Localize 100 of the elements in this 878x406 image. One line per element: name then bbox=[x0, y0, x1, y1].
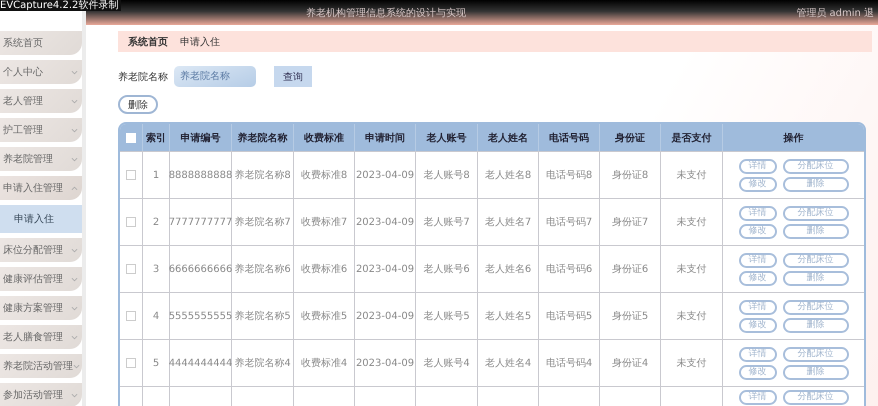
row-checkbox[interactable] bbox=[126, 217, 136, 227]
table-cell-text: 收费标准5 bbox=[300, 310, 348, 323]
breadcrumb-item[interactable]: 申请入住 bbox=[180, 34, 220, 48]
table-cell: 2023-04-09 bbox=[356, 358, 414, 368]
table-cell: 2023-04-09 bbox=[356, 170, 414, 180]
row-action-button[interactable]: 修改 bbox=[738, 318, 776, 332]
row-action-button[interactable]: 修改 bbox=[738, 176, 776, 192]
chevron-icon bbox=[71, 128, 78, 132]
sidebar-item[interactable]: 参加活动管理 bbox=[0, 383, 82, 406]
row-action-button[interactable]: 详情 bbox=[738, 158, 776, 174]
search-button[interactable]: 查询 bbox=[274, 66, 312, 87]
table-cell-text: 收费标准4 bbox=[300, 356, 348, 370]
row-checkbox[interactable] bbox=[126, 358, 136, 368]
sidebar-item[interactable]: 护工管理 bbox=[0, 118, 82, 142]
row-action-button[interactable]: 分配床位 bbox=[782, 252, 848, 268]
delete-button[interactable]: 删除 bbox=[118, 95, 158, 114]
table-cell: 5 bbox=[152, 358, 160, 368]
row-action-button[interactable]: 修改 bbox=[738, 364, 776, 380]
table-cell: 7777777777 bbox=[168, 216, 232, 228]
row-action-button[interactable]: 分配床位 bbox=[782, 390, 848, 405]
row-checkbox[interactable] bbox=[126, 170, 136, 180]
table-cell-text: 老人姓名6 bbox=[484, 262, 532, 276]
sidebar-item[interactable]: 申请入住管理 bbox=[0, 176, 82, 200]
table-cell-text: 未支付 bbox=[676, 168, 706, 182]
chevron-icon bbox=[71, 98, 78, 104]
table-cell-text: 老人姓名5 bbox=[484, 310, 532, 323]
sidebar-item[interactable]: 个人中心 bbox=[0, 60, 82, 84]
row-action-button[interactable]: 删除 bbox=[782, 224, 848, 238]
row-checkbox[interactable] bbox=[126, 264, 136, 274]
sidebar-item[interactable]: 床位分配管理 bbox=[0, 238, 82, 262]
row-action-button[interactable]: 删除 bbox=[782, 176, 848, 192]
table-cell-text: 老人账号4 bbox=[423, 356, 470, 370]
chevron-icon bbox=[73, 364, 80, 368]
row-action-button[interactable]: 删除 bbox=[782, 270, 848, 286]
table-cell: 2 bbox=[152, 216, 160, 228]
table-cell-text: 养老院名称8 bbox=[234, 168, 291, 182]
row-action-button[interactable]: 详情 bbox=[738, 346, 776, 362]
table-cell-text: 身份证4 bbox=[612, 357, 648, 370]
table-cell-text: 老人姓名7 bbox=[484, 216, 532, 229]
table-cell: 8888888888 bbox=[168, 170, 232, 180]
table-cell-text: 养老院名称7 bbox=[234, 216, 291, 229]
sidebar-item[interactable]: 健康方案管理 bbox=[0, 296, 82, 320]
table-cell-text: 收费标准8 bbox=[300, 168, 348, 182]
select-all-checkbox[interactable] bbox=[126, 132, 136, 142]
table-cell-text: 老人账号6 bbox=[423, 262, 470, 276]
row-action-button[interactable]: 删除 bbox=[782, 318, 848, 332]
table-cell: 2023-04-09 bbox=[356, 264, 414, 274]
table-cell-text: 电话号码7 bbox=[546, 216, 592, 229]
chevron-icon bbox=[71, 276, 78, 282]
sidebar-item[interactable]: 养老院管理 bbox=[0, 147, 82, 171]
sidebar-item[interactable]: 养老院活动管理 bbox=[0, 354, 82, 378]
row-action-button[interactable]: 详情 bbox=[738, 252, 776, 268]
table-cell-text: 养老院名称4 bbox=[234, 356, 291, 370]
table-cell: 3 bbox=[152, 264, 160, 274]
table-cell-text: 电话号码6 bbox=[546, 262, 592, 276]
chevron-icon bbox=[71, 156, 78, 162]
sidebar-subitem[interactable]: 申请入住 bbox=[0, 205, 82, 233]
chevron-icon bbox=[71, 186, 78, 190]
row-action-button[interactable]: 修改 bbox=[738, 270, 776, 286]
table-cell-text: 身份证5 bbox=[612, 310, 648, 323]
table-cell-text: 收费标准7 bbox=[300, 216, 348, 229]
row-action-button[interactable]: 详情 bbox=[738, 300, 776, 314]
table-cell-text: 未支付 bbox=[676, 356, 706, 370]
app-title: 养老机构管理信息系统的设计与实现 bbox=[306, 6, 466, 20]
table-cell-text: 身份证7 bbox=[612, 216, 648, 229]
breadcrumb-item[interactable]: 系统首页 bbox=[128, 34, 168, 48]
row-action-button[interactable]: 分配床位 bbox=[782, 346, 848, 362]
row-action-button[interactable]: 修改 bbox=[738, 224, 776, 238]
table-cell: 6666666666 bbox=[168, 264, 232, 274]
chevron-icon bbox=[71, 392, 78, 398]
table-cell-text: 身份证8 bbox=[612, 169, 648, 182]
row-action-button[interactable]: 分配床位 bbox=[782, 206, 848, 220]
table-cell-text: 老人账号7 bbox=[423, 216, 470, 229]
user-info: 管理员 admin 退 bbox=[796, 6, 874, 20]
chevron-icon bbox=[71, 306, 78, 310]
row-action-button[interactable]: 详情 bbox=[738, 390, 776, 405]
row-checkbox[interactable] bbox=[126, 311, 136, 321]
search-field[interactable]: 养老院名称 bbox=[174, 66, 256, 87]
column-header: 操作 bbox=[782, 132, 804, 146]
table-cell: 2023-04-09 bbox=[356, 216, 414, 228]
row-action-button[interactable]: 详情 bbox=[738, 206, 776, 220]
sidebar-item[interactable]: 系统首页 bbox=[0, 31, 82, 55]
table-cell: 5555555555 bbox=[168, 310, 232, 322]
sidebar-item[interactable]: 健康评估管理 bbox=[0, 267, 82, 291]
row-action-button[interactable]: 删除 bbox=[782, 364, 848, 380]
row-action-button[interactable]: 分配床位 bbox=[782, 158, 848, 174]
sidebar-item[interactable]: 老人管理 bbox=[0, 89, 82, 113]
table-cell-text: 老人姓名8 bbox=[484, 168, 532, 182]
table-cell-text: 收费标准6 bbox=[300, 262, 348, 276]
table-cell-text: 未支付 bbox=[676, 216, 706, 229]
table-cell-text: 老人姓名4 bbox=[484, 356, 532, 370]
table-cell: 1 bbox=[152, 170, 160, 180]
table-cell-text: 未支付 bbox=[676, 262, 706, 276]
sidebar-item[interactable]: 老人膳食管理 bbox=[0, 325, 82, 349]
table-cell-text: 养老院名称6 bbox=[234, 262, 291, 276]
table-cell-text: 电话号码8 bbox=[546, 168, 592, 182]
row-action-button[interactable]: 分配床位 bbox=[782, 300, 848, 314]
chevron-icon bbox=[71, 70, 78, 74]
table-cell: 2023-04-09 bbox=[356, 310, 414, 322]
recorder-label: EVCapture4.2.2软件录制 bbox=[0, 0, 122, 11]
